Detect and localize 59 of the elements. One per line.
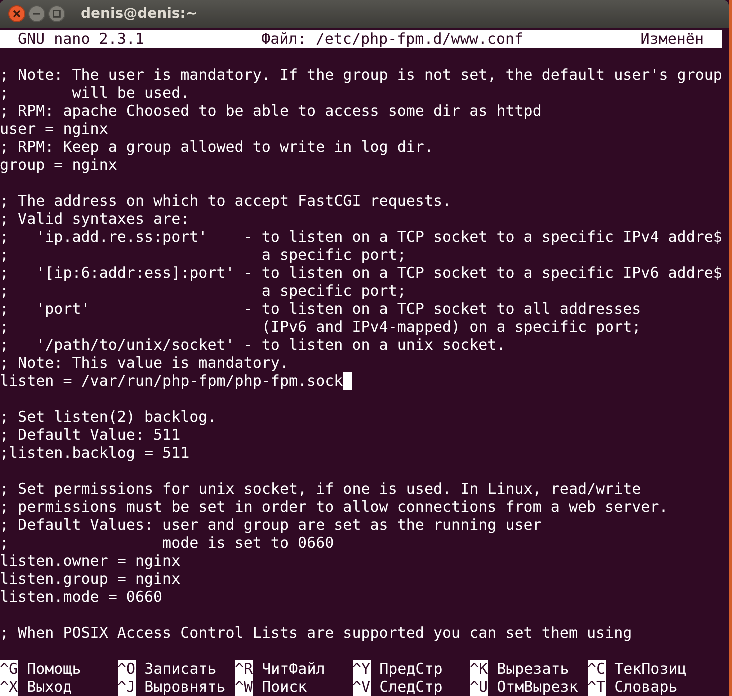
- code-line: ; Default Values: user and group are set as the running user: [0, 516, 542, 534]
- close-icon[interactable]: [8, 5, 26, 23]
- code-line: listen = /var/run/php-fpm/php-fpm.sock: [0, 372, 344, 390]
- code-line: ; 'port' - to listen on a TCP socket to all addresses: [0, 300, 642, 318]
- code-line: ; a specific port;: [0, 282, 406, 300]
- code-line: ; 'ip.add.re.ss:port' - to listen on a TCP socket to a specific IPv4 addre$: [0, 228, 722, 246]
- shortcut-key: ^J: [118, 678, 136, 696]
- maximize-icon[interactable]: [48, 5, 66, 23]
- code-line: ; Set permissions for unix socket, if one is used. In Linux, read/write: [0, 480, 642, 498]
- shortcut-key: ^X: [0, 678, 18, 696]
- shortcut-label: Выровнять: [144, 678, 226, 696]
- code-line: listen.owner = nginx: [0, 552, 181, 570]
- modified-status: Изменён: [640, 30, 704, 48]
- file-name: Файл: /etc/php-fpm.d/www.conf: [262, 30, 524, 48]
- shortcut-label: ОтмВырезк: [497, 678, 578, 696]
- code-line: listen.mode = 0660: [0, 588, 163, 606]
- code-line: group = nginx: [0, 156, 118, 174]
- code-line: ; permissions must be set in order to allow connections from a web server.: [0, 498, 668, 516]
- shortcut-key: ^Y: [352, 660, 371, 678]
- code-line: ; will be used.: [0, 84, 190, 102]
- code-line: ; Note: This value is mandatory.: [0, 354, 289, 372]
- shortcut-key: ^V: [352, 678, 371, 696]
- code-line: ; RPM: apache Choosed to be able to access some dir as httpd: [0, 102, 542, 120]
- code-line: ;listen.backlog = 511: [0, 444, 190, 462]
- code-line: user = nginx: [0, 120, 108, 138]
- code-line: ; Valid syntaxes are:: [0, 210, 190, 228]
- code-line: ; mode is set to 0660: [0, 534, 334, 552]
- shortcut-key: ^T: [588, 678, 606, 696]
- code-line: ; Default Value: 511: [0, 426, 181, 444]
- code-line: ; The address on which to accept FastCGI requests.: [0, 192, 452, 210]
- shortcut-key: ^W: [235, 678, 254, 696]
- code-line: listen.group = nginx: [0, 570, 181, 588]
- shortcut-key: ^R: [235, 660, 254, 678]
- shortcut-label: Помощь: [27, 660, 82, 678]
- code-line: ; Note: The user is mandatory. If the group is not set, the default user's group: [0, 66, 722, 84]
- minimize-icon[interactable]: [28, 5, 46, 23]
- shortcut-key: ^U: [470, 678, 488, 696]
- code-line: ; '[ip:6:addr:ess]:port' - to listen on a TCP socket to a specific IPv6 addre$: [0, 264, 722, 282]
- shortcut-label: ПредСтр: [380, 660, 443, 678]
- code-line: ; RPM: Keep a group allowed to write in log dir.: [0, 138, 434, 156]
- shortcut-key: ^G: [0, 660, 18, 678]
- shortcut-label: Выход: [27, 678, 72, 696]
- shortcut-label: Поиск: [262, 678, 308, 696]
- code-line: ; a specific port;: [0, 246, 406, 264]
- code-line: ; Set listen(2) backlog.: [0, 408, 217, 426]
- shortcut-label: Словарь: [614, 678, 678, 696]
- code-line: ; '/path/to/unix/socket' - to listen on a unix socket.: [0, 336, 506, 354]
- shortcut-key: ^O: [118, 660, 136, 678]
- shortcut-label: Записать: [144, 660, 217, 678]
- program-version: GNU nano 2.3.1: [18, 30, 144, 48]
- shortcut-label: ТекПозиц: [614, 660, 687, 678]
- code-line: ; (IPv6 and IPv4-mapped) on a specific port;: [0, 318, 642, 336]
- code-line: ; When POSIX Access Control Lists are supported you can set them using: [0, 624, 632, 642]
- shortcut-key: ^K: [470, 660, 488, 678]
- shortcut-key: ^C: [588, 660, 606, 678]
- shortcut-label: Вырезать: [497, 660, 570, 678]
- shortcut-label: СледСтр: [380, 678, 443, 696]
- window-title: denis@denis:~: [81, 6, 198, 22]
- shortcut-label: ЧитФайл: [262, 660, 326, 678]
